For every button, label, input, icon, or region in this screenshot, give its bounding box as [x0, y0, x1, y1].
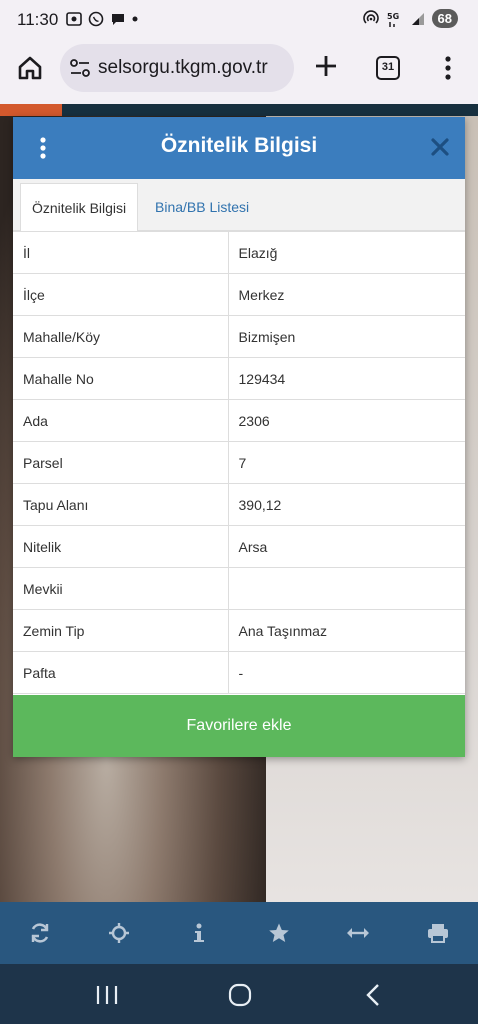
- status-bar: 11:30 5G 68: [0, 0, 478, 40]
- row-value: Arsa: [227, 525, 465, 568]
- home-icon[interactable]: [16, 54, 44, 82]
- row-value: 129434: [227, 357, 465, 400]
- site-settings-icon[interactable]: [69, 58, 91, 78]
- table-row: Pafta -: [13, 651, 465, 694]
- map-edge-orange: [0, 104, 62, 116]
- svg-text:5G: 5G: [387, 12, 399, 21]
- close-icon[interactable]: [429, 136, 451, 158]
- row-label: Tapu Alanı: [13, 483, 229, 526]
- battery-indicator: 68: [431, 9, 458, 28]
- row-label: İlçe: [13, 273, 229, 316]
- status-time: 11:30: [17, 10, 59, 29]
- row-value: Ana Taşınmaz: [227, 609, 465, 652]
- screenshot-icon: [66, 12, 82, 26]
- dialog-header: Öznitelik Bilgisi: [13, 117, 465, 179]
- whatsapp-icon: [88, 11, 104, 27]
- attribute-info-dialog: Öznitelik Bilgisi Öznitelik Bilgisi Bina…: [13, 117, 465, 757]
- table-row: Mahalle/Köy Bizmişen: [13, 315, 465, 358]
- browser-toolbar: selsorgu.tkgm.gov.tr 31: [0, 40, 478, 104]
- map-toolbar: [0, 902, 478, 964]
- network-5g-icon: 5G: [387, 12, 399, 27]
- table-row: Tapu Alanı 390,12: [13, 483, 465, 526]
- print-icon[interactable]: [426, 921, 450, 945]
- row-value: 7: [227, 441, 465, 484]
- home-nav-icon[interactable]: [226, 982, 254, 1008]
- row-label: Pafta: [13, 651, 229, 694]
- tab-attribute-info[interactable]: Öznitelik Bilgisi: [20, 183, 139, 231]
- map-edge-dark: [62, 104, 478, 116]
- row-value: Bizmişen: [227, 315, 465, 358]
- row-label: Nitelik: [13, 525, 229, 568]
- row-value: 2306: [227, 399, 465, 442]
- row-label: Parsel: [13, 441, 229, 484]
- row-value: Elazığ: [227, 231, 465, 274]
- row-value: [227, 567, 465, 610]
- row-label: İl: [13, 231, 229, 274]
- table-row: Zemin Tip Ana Taşınmaz: [13, 609, 465, 652]
- address-bar[interactable]: selsorgu.tkgm.gov.tr: [60, 44, 294, 92]
- table-row: Mevkii: [13, 567, 465, 610]
- row-label: Mevkii: [13, 567, 229, 610]
- dialog-title: Öznitelik Bilgisi: [160, 134, 318, 157]
- info-icon[interactable]: [187, 921, 211, 945]
- add-to-favorites-button[interactable]: Favorilere ekle: [13, 695, 465, 757]
- browser-menu-icon[interactable]: [436, 54, 460, 82]
- table-row: Ada 2306: [13, 399, 465, 442]
- table-row: Mahalle No 129434: [13, 357, 465, 400]
- row-label: Ada: [13, 399, 229, 442]
- back-icon[interactable]: [360, 982, 388, 1008]
- row-value: 390,12: [227, 483, 465, 526]
- tab-strip: Öznitelik Bilgisi Bina/BB Listesi: [13, 179, 465, 231]
- row-label: Mahalle/Köy: [13, 315, 229, 358]
- dot-icon: [132, 16, 138, 22]
- table-row: İl Elazığ: [13, 231, 465, 274]
- row-value: -: [227, 651, 465, 694]
- star-icon[interactable]: [267, 921, 291, 945]
- hotspot-icon: [362, 9, 379, 24]
- tab-switcher-button[interactable]: 31: [376, 56, 400, 80]
- attribute-table: İl Elazığ İlçe Merkez Mahalle/Köy Bizmişen …: [13, 231, 465, 694]
- row-label: Mahalle No: [13, 357, 229, 400]
- message-icon: [112, 14, 124, 25]
- system-icons: 5G 68: [362, 9, 458, 28]
- notification-icons: [66, 11, 138, 27]
- table-row: İlçe Merkez: [13, 273, 465, 316]
- table-row: Nitelik Arsa: [13, 525, 465, 568]
- measure-icon[interactable]: [346, 921, 370, 945]
- refresh-icon[interactable]: [28, 921, 52, 945]
- system-nav-bar: [0, 964, 478, 1024]
- row-label: Zemin Tip: [13, 609, 229, 652]
- url-text: selsorgu.tkgm.gov.tr: [98, 57, 268, 78]
- row-value: Merkez: [227, 273, 465, 316]
- recent-apps-icon[interactable]: [93, 982, 121, 1008]
- locate-icon[interactable]: [107, 921, 131, 945]
- new-tab-icon[interactable]: [312, 52, 340, 80]
- signal-icon: [411, 12, 424, 25]
- tab-building-list[interactable]: Bina/BB Listesi: [144, 183, 260, 231]
- table-row: Parsel 7: [13, 441, 465, 484]
